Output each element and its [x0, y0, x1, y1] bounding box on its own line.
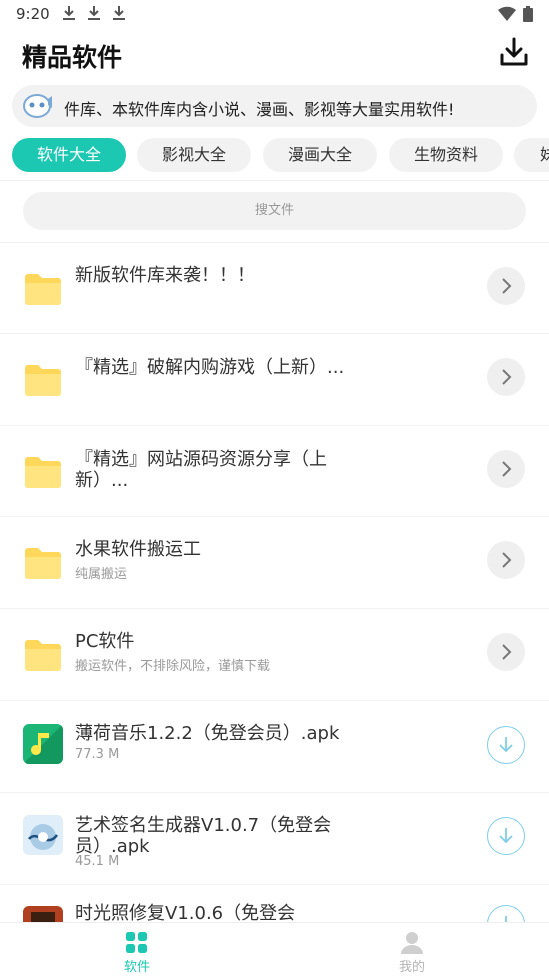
bottom-navigation: 软件 我的: [0, 922, 549, 978]
download-status-icon: [88, 6, 100, 20]
folder-icon: [25, 640, 61, 671]
battery-icon: [523, 6, 533, 22]
folder-icon: [25, 457, 61, 488]
signature-app-icon: [23, 815, 63, 855]
folder-row[interactable]: 『精选』破解内购游戏（上新）...: [0, 333, 549, 425]
file-size: 77.3 M: [75, 747, 120, 762]
download-status-icon: [63, 6, 75, 20]
nav-mine-label: 我的: [398, 960, 425, 975]
folder-title: PC软件: [75, 631, 135, 652]
tab-video[interactable]: 影视大全: [137, 138, 251, 172]
nav-software[interactable]: 软件: [77, 923, 197, 978]
folder-title: 『精选』网站源码资源分享（上新）...: [75, 449, 327, 491]
mint-music-app-icon: [23, 724, 63, 764]
file-title: 艺术签名生成器V1.0.7（免登会员）.apk: [75, 815, 332, 857]
file-size: 45.1 M: [75, 854, 120, 869]
tab-biology[interactable]: 生物资料: [389, 138, 503, 172]
chevron-right-icon[interactable]: [487, 450, 525, 488]
tab-software[interactable]: 软件大全: [12, 138, 126, 172]
status-bar: 9:20: [0, 0, 549, 28]
notice-banner[interactable]: 件库、本软件库内含小说、漫画、影视等大量实用软件!: [12, 85, 537, 127]
chevron-right-icon[interactable]: [487, 358, 525, 396]
folder-row[interactable]: PC软件 搬运软件，不排除风险，谨慎下载: [0, 608, 549, 700]
category-tabs: 软件大全 影视大全 漫画大全 生物资料 妹: [12, 138, 549, 172]
folder-row[interactable]: 水果软件搬运工 纯属搬运: [0, 516, 549, 608]
chevron-right-icon[interactable]: [487, 541, 525, 579]
tab-comic[interactable]: 漫画大全: [263, 138, 377, 172]
folder-subtitle: 纯属搬运: [75, 567, 128, 582]
download-manager-icon[interactable]: [499, 36, 529, 68]
tab-more[interactable]: 妹: [514, 138, 549, 172]
divider: [0, 180, 549, 181]
notice-text: 件库、本软件库内含小说、漫画、影视等大量实用软件!: [64, 100, 455, 119]
download-icon[interactable]: [487, 726, 525, 764]
folder-icon: [25, 548, 61, 579]
nav-mine[interactable]: 我的: [352, 923, 472, 978]
download-status-icon: [113, 6, 125, 20]
folder-title: 新版软件库来袭！！！: [75, 265, 255, 286]
announcement-icon: [23, 94, 52, 118]
folder-title: 『精选』破解内购游戏（上新）...: [75, 357, 345, 378]
wifi-icon: [498, 6, 516, 22]
folder-row[interactable]: 『精选』网站源码资源分享（上新）...: [0, 425, 549, 517]
folder-title: 水果软件搬运工: [75, 539, 201, 560]
folder-row[interactable]: 新版软件库来袭！！！: [0, 242, 549, 334]
file-row[interactable]: 薄荷音乐1.2.2（免登会员）.apk 77.3 M: [0, 700, 549, 792]
grid-icon: [126, 932, 147, 953]
folder-subtitle: 搬运软件，不排除风险，谨慎下载: [75, 659, 271, 674]
file-title: 时光照修复V1.0.6（免登会: [75, 903, 296, 924]
file-title: 薄荷音乐1.2.2（免登会员）.apk: [75, 723, 340, 744]
folder-icon: [25, 365, 61, 396]
folder-icon: [25, 274, 61, 305]
chevron-right-icon[interactable]: [487, 267, 525, 305]
status-time: 9:20: [16, 5, 50, 23]
download-icon[interactable]: [487, 817, 525, 855]
search-input[interactable]: 搜文件: [23, 192, 526, 230]
chevron-right-icon[interactable]: [487, 633, 525, 671]
page-title: 精品软件: [22, 43, 123, 72]
user-icon: [401, 932, 423, 954]
file-row[interactable]: 时光照修复V1.0.6（免登会: [0, 884, 549, 925]
nav-software-label: 软件: [123, 960, 150, 975]
file-row[interactable]: 艺术签名生成器V1.0.7（免登会员）.apk 45.1 M: [0, 792, 549, 884]
app-header: 精品软件: [0, 28, 549, 84]
